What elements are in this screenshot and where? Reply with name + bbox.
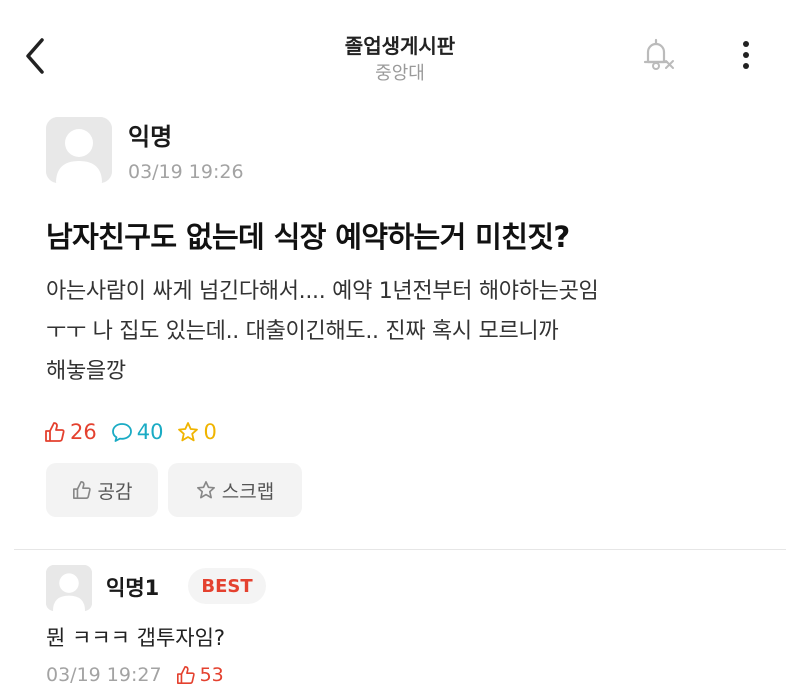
- like-button-label: 공감: [97, 480, 133, 503]
- star-icon: [196, 481, 215, 499]
- comment-count-value: 40: [136, 420, 164, 444]
- comment-like-count[interactable]: 53: [176, 664, 224, 686]
- scrap-count: 0: [177, 420, 217, 444]
- post-author-name: 익명: [128, 123, 173, 151]
- post-body-line: 해놓을깡: [46, 359, 126, 384]
- notification-toggle-button[interactable]: [636, 34, 680, 78]
- school-name: 중앙대: [375, 63, 425, 84]
- section-divider: [14, 549, 786, 550]
- star-icon: [178, 422, 199, 442]
- post-body-line: ㅜㅜ 나 집도 있는데.. 대출이긴해도.. 진짜 혹시 모르니까: [46, 319, 559, 344]
- scrap-button-label: 스크랩: [221, 480, 275, 503]
- comment-text: 뭔 ㅋㅋㅋ 갭투자임?: [46, 626, 226, 650]
- bell-off-icon: [643, 38, 674, 70]
- scrap-button[interactable]: 스크랩: [168, 463, 302, 517]
- top-bar: 졸업생게시판 중앙대: [0, 0, 800, 100]
- post-timestamp: 03/19 19:26: [128, 161, 244, 183]
- more-vertical-icon: [743, 41, 749, 69]
- thumbs-up-icon: [176, 666, 195, 684]
- more-options-button[interactable]: [730, 36, 762, 76]
- post-title: 남자친구도 없는데 식장 예약하는거 미친짓?: [46, 220, 570, 254]
- best-badge: BEST: [188, 568, 266, 604]
- comment-timestamp: 03/19 19:27: [46, 664, 162, 686]
- comment-author-avatar: [46, 565, 92, 611]
- scrap-count-value: 0: [203, 420, 217, 444]
- thumbs-up-icon: [72, 481, 91, 499]
- comment-count: 40: [111, 420, 164, 444]
- like-button[interactable]: 공감: [46, 463, 158, 517]
- post-body: 아는사람이 싸게 넘긴다해서.... 예약 1년전부터 해야하는곳임 ㅜㅜ 나 …: [46, 272, 746, 392]
- default-avatar-icon: [46, 117, 112, 183]
- like-count-value: 26: [70, 420, 97, 444]
- author-avatar: [46, 117, 112, 183]
- post-body-line: 아는사람이 싸게 넘긴다해서.... 예약 1년전부터 해야하는곳임: [46, 279, 599, 304]
- comment-meta: 03/19 19:27 53: [46, 664, 224, 686]
- speech-bubble-icon: [111, 423, 132, 442]
- thumbs-up-icon: [45, 422, 65, 442]
- like-count: 26: [44, 420, 97, 444]
- comment-author-name: 익명1: [106, 576, 160, 600]
- board-title: 졸업생게시판: [344, 34, 456, 58]
- comment-like-count-value: 53: [199, 664, 224, 686]
- default-avatar-icon: [46, 565, 92, 611]
- post-stats: 26 40 0: [44, 416, 231, 448]
